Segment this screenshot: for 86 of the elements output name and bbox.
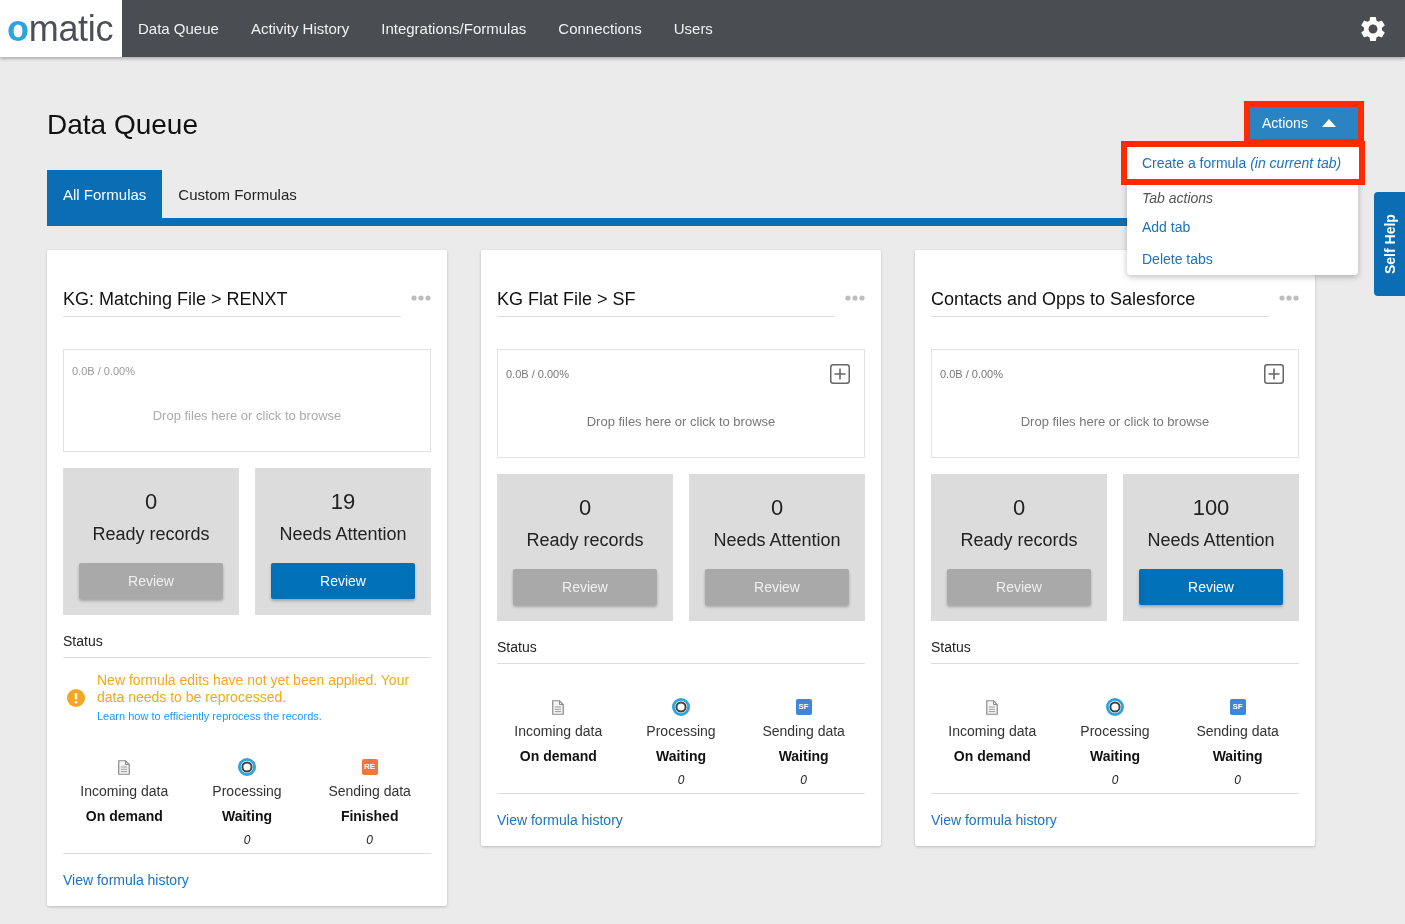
step-label: Sending data bbox=[762, 722, 845, 741]
warning-message: New formula edits have not yet been applied. Your data needs to be reprocessed. bbox=[97, 672, 411, 706]
settings-icon[interactable] bbox=[1361, 16, 1385, 41]
step-count: 0 bbox=[677, 772, 685, 788]
review-button[interactable]: Review bbox=[1139, 569, 1283, 605]
step-label: Incoming data bbox=[80, 782, 169, 801]
stat-value: 0 bbox=[769, 495, 785, 521]
usage-text: 0.0B / 0.00% bbox=[506, 367, 569, 381]
card-title: Contacts and Opps to Salesforce bbox=[931, 288, 1197, 310]
step-count: 0 bbox=[1111, 772, 1119, 788]
ring-icon bbox=[672, 698, 690, 716]
destination-logo: SF bbox=[1229, 699, 1246, 715]
nav-link[interactable]: Data Queue bbox=[122, 0, 235, 57]
stat-label: Needs Attention bbox=[712, 529, 842, 551]
menu-item[interactable]: Create a formula (in current tab) bbox=[1127, 147, 1359, 179]
self-help-tab[interactable]: Self Help bbox=[1374, 192, 1405, 296]
destination-logo: RE bbox=[361, 759, 378, 775]
step-label: Sending data bbox=[328, 782, 411, 801]
reprocess-help-link[interactable]: Learn how to efficiently reprocess the records. bbox=[97, 709, 322, 723]
step-value: Waiting bbox=[1089, 747, 1140, 766]
formula-history-link[interactable]: View formula history bbox=[63, 870, 189, 890]
step-value: On demand bbox=[519, 747, 597, 766]
dropzone-hint: Drop files here or click to browse bbox=[585, 414, 777, 430]
dropzone-hint: Drop files here or click to browse bbox=[151, 408, 343, 424]
stat-value: 0 bbox=[143, 489, 159, 515]
stat-label: Needs Attention bbox=[1146, 529, 1276, 551]
dropzone-hint: Drop files here or click to browse bbox=[1019, 414, 1211, 430]
step-value: Waiting bbox=[778, 747, 829, 766]
document-icon bbox=[118, 759, 131, 775]
review-button[interactable]: Review bbox=[271, 563, 415, 599]
step-label: Processing bbox=[646, 722, 716, 741]
step-value: Waiting bbox=[1212, 747, 1263, 766]
step-count: 0 bbox=[800, 772, 807, 788]
status-heading: Status bbox=[63, 632, 104, 651]
stat-value: 0 bbox=[577, 495, 593, 521]
stat-label: Ready records bbox=[525, 529, 645, 551]
plus-icon[interactable] bbox=[1264, 364, 1284, 384]
step-value: Waiting bbox=[221, 807, 272, 826]
nav-link[interactable]: Integrations/Formulas bbox=[365, 0, 543, 57]
stat-value: 0 bbox=[1011, 495, 1027, 521]
step-label: Processing bbox=[212, 782, 282, 801]
nav-link[interactable]: Activity History bbox=[234, 0, 366, 57]
caret-icon bbox=[1321, 119, 1336, 127]
stat-label: Ready records bbox=[959, 529, 1079, 551]
tab[interactable]: Custom Formulas bbox=[162, 170, 313, 218]
formula-history-link[interactable]: View formula history bbox=[931, 810, 1057, 830]
page-title: Data Queue bbox=[47, 108, 198, 142]
document-icon bbox=[986, 699, 999, 715]
step-label: Incoming data bbox=[948, 722, 1037, 741]
step-value: On demand bbox=[85, 807, 163, 826]
status-heading: Status bbox=[497, 638, 538, 657]
file-dropzone[interactable]: 0.0B / 0.00% Drop files here or click to browse bbox=[931, 349, 1299, 458]
menu-item[interactable]: Delete tabs bbox=[1127, 243, 1358, 275]
step-label: Incoming data bbox=[514, 722, 603, 741]
card-title: KG: Matching File > RENXT bbox=[63, 288, 289, 310]
card-title: KG Flat File > SF bbox=[497, 288, 637, 310]
file-dropzone[interactable]: 0.0B / 0.00% Drop files here or click to browse bbox=[497, 349, 865, 458]
menu-heading: Tab actions bbox=[1141, 189, 1215, 208]
stat-label: Ready records bbox=[91, 523, 211, 545]
nav-link[interactable]: Connections bbox=[542, 0, 658, 57]
document-icon bbox=[552, 699, 565, 715]
nav-link[interactable]: Users bbox=[657, 0, 729, 57]
step-count: 0 bbox=[243, 832, 251, 848]
usage-text: 0.0B / 0.00% bbox=[940, 367, 1003, 381]
step-value: Finished bbox=[340, 807, 399, 826]
stat-value: 100 bbox=[1191, 495, 1231, 521]
formula-history-link[interactable]: View formula history bbox=[497, 810, 623, 830]
step-count: 0 bbox=[366, 832, 373, 848]
destination-logo: SF bbox=[795, 699, 812, 715]
menu-item[interactable]: Add tab bbox=[1127, 211, 1358, 243]
step-label: Processing bbox=[1080, 722, 1150, 741]
step-value: On demand bbox=[953, 747, 1031, 766]
warning-icon bbox=[67, 689, 85, 707]
step-value: Waiting bbox=[655, 747, 706, 766]
actions-button[interactable]: Actions bbox=[1250, 107, 1358, 139]
ring-icon bbox=[1106, 698, 1124, 716]
ring-icon bbox=[238, 758, 256, 776]
plus-icon[interactable] bbox=[830, 364, 850, 384]
step-count: 0 bbox=[1234, 772, 1241, 788]
status-heading: Status bbox=[931, 638, 972, 657]
step-label: Sending data bbox=[1196, 722, 1279, 741]
stat-value: 19 bbox=[329, 489, 357, 515]
stat-label: Needs Attention bbox=[278, 523, 408, 545]
usage-text: 0.0B / 0.00% bbox=[72, 364, 135, 378]
tab[interactable]: All Formulas bbox=[47, 170, 163, 218]
logo[interactable]: omatic bbox=[7, 8, 114, 49]
